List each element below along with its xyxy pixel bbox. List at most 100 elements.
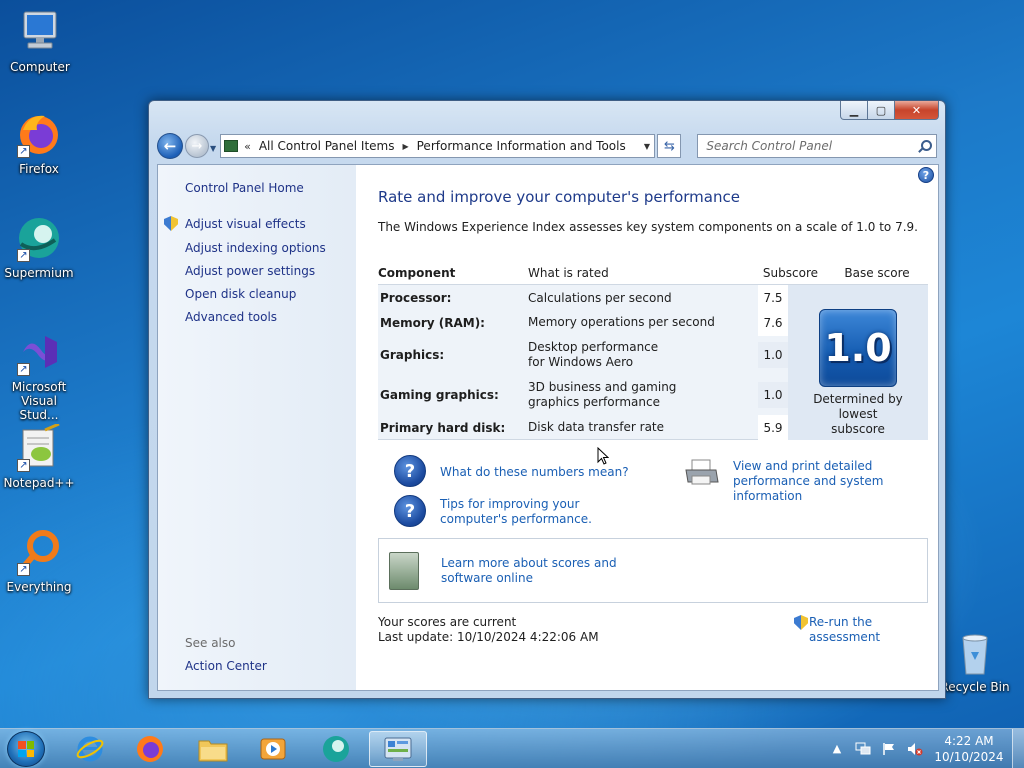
navigation-bar: ← → ▼ « All Control Panel Items ▶ Perfor…	[157, 133, 938, 159]
subscore-value: 5.9	[758, 414, 788, 441]
refresh-button[interactable]: ⇆	[657, 134, 682, 158]
uac-shield-icon	[794, 615, 808, 630]
internet-explorer-icon	[76, 736, 104, 762]
software-box-icon	[389, 552, 419, 590]
desktop-icon-label: Supermium	[4, 266, 74, 280]
taskbar-supermium[interactable]	[307, 731, 365, 767]
base-score-caption: Determined by lowest subscore	[813, 392, 903, 436]
table-row: Gaming graphics: 3D business and gaming …	[378, 377, 788, 413]
taskbar-firefox[interactable]	[121, 731, 179, 767]
advanced-tools-link[interactable]: Advanced tools	[185, 310, 277, 324]
desktop-icon-computer[interactable]: Computer	[2, 8, 78, 74]
base-score-tile: 1.0	[819, 309, 897, 387]
breadcrumb-separator-icon[interactable]: ▶	[402, 142, 408, 151]
minimize-icon: ▁	[849, 103, 859, 117]
subscore-value: 1.0	[758, 342, 788, 368]
taskbar-explorer[interactable]	[184, 731, 242, 767]
desktop-icon-everything[interactable]: ↗ Everything	[1, 528, 77, 594]
system-clock[interactable]: 4:22 AM 10/10/2024	[934, 733, 1004, 765]
desktop-icon-label: Firefox	[19, 162, 59, 176]
desktop-icon-label: Recycle Bin	[940, 680, 1010, 694]
show-hidden-icons-button[interactable]: ▲	[829, 742, 845, 756]
arrow-right-icon: →	[191, 138, 203, 154]
address-dropdown-button[interactable]: ▼	[638, 141, 654, 151]
refresh-icon: ⇆	[663, 138, 675, 154]
table-body: Processor: Calculations per second 7.5 M…	[378, 285, 928, 441]
control-panel-home-link[interactable]: Control Panel Home	[185, 181, 304, 195]
subscore-value: 1.0	[758, 382, 788, 408]
subscore-value: 7.6	[758, 309, 788, 336]
recent-pages-dropdown[interactable]: ▼	[210, 144, 216, 153]
shortcut-arrow-icon: ↗	[17, 249, 30, 262]
start-button[interactable]	[7, 731, 45, 767]
shortcut-arrow-icon: ↗	[17, 145, 30, 158]
supermium-icon	[323, 736, 349, 762]
desktop-icon-visual-studio[interactable]: ↗ Microsoft Visual Stud...	[1, 328, 77, 422]
address-overflow-chevron[interactable]: «	[244, 140, 251, 153]
open-disk-cleanup-link[interactable]: Open disk cleanup	[185, 287, 296, 301]
mouse-cursor-icon	[597, 447, 609, 465]
media-player-icon	[260, 738, 286, 760]
adjust-visual-effects-link[interactable]: Adjust visual effects	[185, 217, 306, 231]
what-rated-text: Calculations per second	[528, 290, 672, 305]
component-label: Processor:	[380, 291, 452, 305]
subscore-value: 7.5	[758, 285, 788, 311]
taskbar-internet-explorer[interactable]	[61, 731, 119, 767]
help-icon[interactable]: ?	[918, 167, 934, 183]
computer-icon	[16, 8, 64, 56]
table-row: Graphics: Desktop performance for Window…	[378, 337, 788, 373]
breadcrumb-performance-information[interactable]: Performance Information and Tools	[417, 139, 626, 153]
volume-muted-icon[interactable]	[907, 742, 923, 756]
desktop-icon-supermium[interactable]: ↗ Supermium	[1, 214, 77, 280]
desktop-icon-label: Notepad++	[3, 476, 75, 490]
caption-buttons: ▁ ▢ ✕	[840, 101, 939, 120]
view-print-details-link[interactable]: View and print detailed performance and …	[733, 459, 933, 504]
windows-logo-icon	[18, 741, 34, 757]
rerun-assessment-link[interactable]: Re-run the assessment	[809, 615, 938, 645]
what-rated-text: Disk data transfer rate	[528, 420, 665, 434]
show-desktop-button[interactable]	[1012, 729, 1024, 768]
adjust-power-settings-link[interactable]: Adjust power settings	[185, 264, 315, 278]
table-row: Memory (RAM): Memory operations per seco…	[378, 309, 788, 336]
search-box	[697, 134, 938, 158]
desktop-icon-recycle-bin[interactable]: Recycle Bin	[937, 630, 1013, 694]
action-center-link[interactable]: Action Center	[185, 659, 267, 673]
close-icon: ✕	[911, 103, 922, 117]
tips-improving-performance-link[interactable]: Tips for improving your computer's perfo…	[440, 497, 640, 527]
breadcrumb-all-control-panel-items[interactable]: All Control Panel Items	[259, 139, 395, 153]
back-button[interactable]: ←	[157, 133, 183, 159]
control-panel-icon	[384, 737, 412, 761]
component-label: Graphics:	[380, 348, 445, 362]
action-center-flag-icon[interactable]	[881, 742, 897, 756]
clock-date: 10/10/2024	[934, 750, 1004, 764]
forward-button[interactable]: →	[184, 134, 209, 158]
learn-more-scores-link[interactable]: Learn more about scores and software onl…	[441, 556, 661, 586]
network-icon[interactable]	[855, 742, 871, 756]
adjust-indexing-options-link[interactable]: Adjust indexing options	[185, 241, 326, 255]
maximize-icon: ▢	[875, 103, 887, 117]
taskbar-media-player[interactable]	[244, 731, 302, 767]
component-label: Primary hard disk:	[380, 420, 506, 435]
shortcut-arrow-icon: ↗	[17, 563, 30, 576]
search-input[interactable]	[706, 139, 919, 153]
close-button[interactable]: ✕	[895, 101, 939, 120]
intro-text: The Windows Experience Index assesses ke…	[378, 220, 918, 234]
what-do-numbers-mean-link[interactable]: What do these numbers mean?	[440, 465, 629, 480]
see-also-heading: See also	[185, 636, 236, 650]
component-label: Memory (RAM):	[380, 315, 485, 330]
desktop-icon-firefox[interactable]: ↗ Firefox	[1, 110, 77, 176]
taskbar-control-panel[interactable]	[369, 731, 427, 767]
maximize-button[interactable]: ▢	[868, 101, 895, 120]
shortcut-arrow-icon: ↗	[17, 363, 30, 376]
search-icon[interactable]	[918, 140, 933, 152]
desktop-icon-label: Microsoft Visual Stud...	[11, 380, 67, 422]
desktop-icon-notepadpp[interactable]: ↗ Notepad++	[1, 422, 77, 490]
shortcut-arrow-icon: ↗	[17, 459, 30, 472]
address-bar[interactable]: « All Control Panel Items ▶ Performance …	[220, 134, 656, 158]
header-component: Component	[378, 265, 456, 280]
minimize-button[interactable]: ▁	[840, 101, 868, 120]
question-icon: ?	[394, 495, 426, 527]
scores-current-text: Your scores are current	[378, 615, 517, 629]
component-label: Gaming graphics:	[380, 388, 499, 402]
printer-icon	[684, 458, 720, 486]
